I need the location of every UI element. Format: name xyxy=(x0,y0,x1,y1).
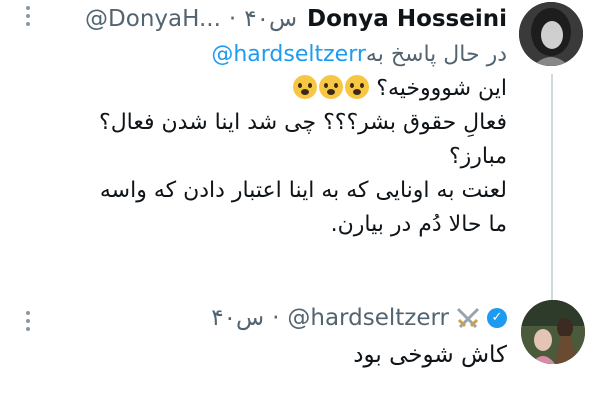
replying-to: @hardseltzerr در حال پاسخ به xyxy=(203,36,507,72)
face-screaming-emoji xyxy=(319,75,344,99)
tweet-line: لعنت به اونایی که به اینا اعتبار دادن که… xyxy=(99,178,507,203)
reply-handle[interactable]: @hardseltzerr xyxy=(287,305,449,331)
face-screaming-emoji xyxy=(293,75,318,99)
avatar[interactable] xyxy=(521,300,585,364)
tweet-time[interactable]: ۴۰س xyxy=(244,6,297,32)
tweet-header: @DonyaH... · ۴۰س Donya Hosseini xyxy=(85,2,507,36)
tweet-line: این شوووخیه؟ xyxy=(67,72,507,106)
thread-connector-line xyxy=(551,74,553,300)
more-options-icon[interactable] xyxy=(26,6,30,26)
face-screaming-emoji xyxy=(345,75,370,99)
tweet-line: مبارز؟ xyxy=(448,144,507,169)
tweet-handle[interactable]: @DonyaH... xyxy=(85,6,221,32)
verified-badge-icon: ✓ xyxy=(487,308,507,328)
separator-dot: · xyxy=(272,305,280,331)
avatar-photo xyxy=(519,2,583,66)
tweet-author-name[interactable]: Donya Hosseini xyxy=(307,6,507,32)
tweet-line: ما حالا دُم در بیارن. xyxy=(330,212,507,237)
reply-body: کاش شوخی بود xyxy=(353,342,507,368)
tweet-body: این شوووخیه؟ فعالِ حقوق بشر؟؟؟ چی شد این… xyxy=(67,72,507,242)
reply-header: ۴۰س · @hardseltzerr ✓ xyxy=(211,300,507,336)
avatar[interactable] xyxy=(519,2,583,66)
separator-dot: · xyxy=(228,6,237,32)
tweet-line: فعالِ حقوق بشر؟؟؟ چی شد اینا شدن فعال؟ xyxy=(99,110,507,135)
crossed-swords-icon xyxy=(455,306,481,330)
reply-prefix: در حال پاسخ به xyxy=(365,41,507,67)
more-options-icon[interactable] xyxy=(26,311,30,331)
reply-to-mention[interactable]: @hardseltzerr xyxy=(211,42,366,67)
reply-time[interactable]: ۴۰س xyxy=(211,305,264,331)
avatar-photo xyxy=(521,300,585,364)
